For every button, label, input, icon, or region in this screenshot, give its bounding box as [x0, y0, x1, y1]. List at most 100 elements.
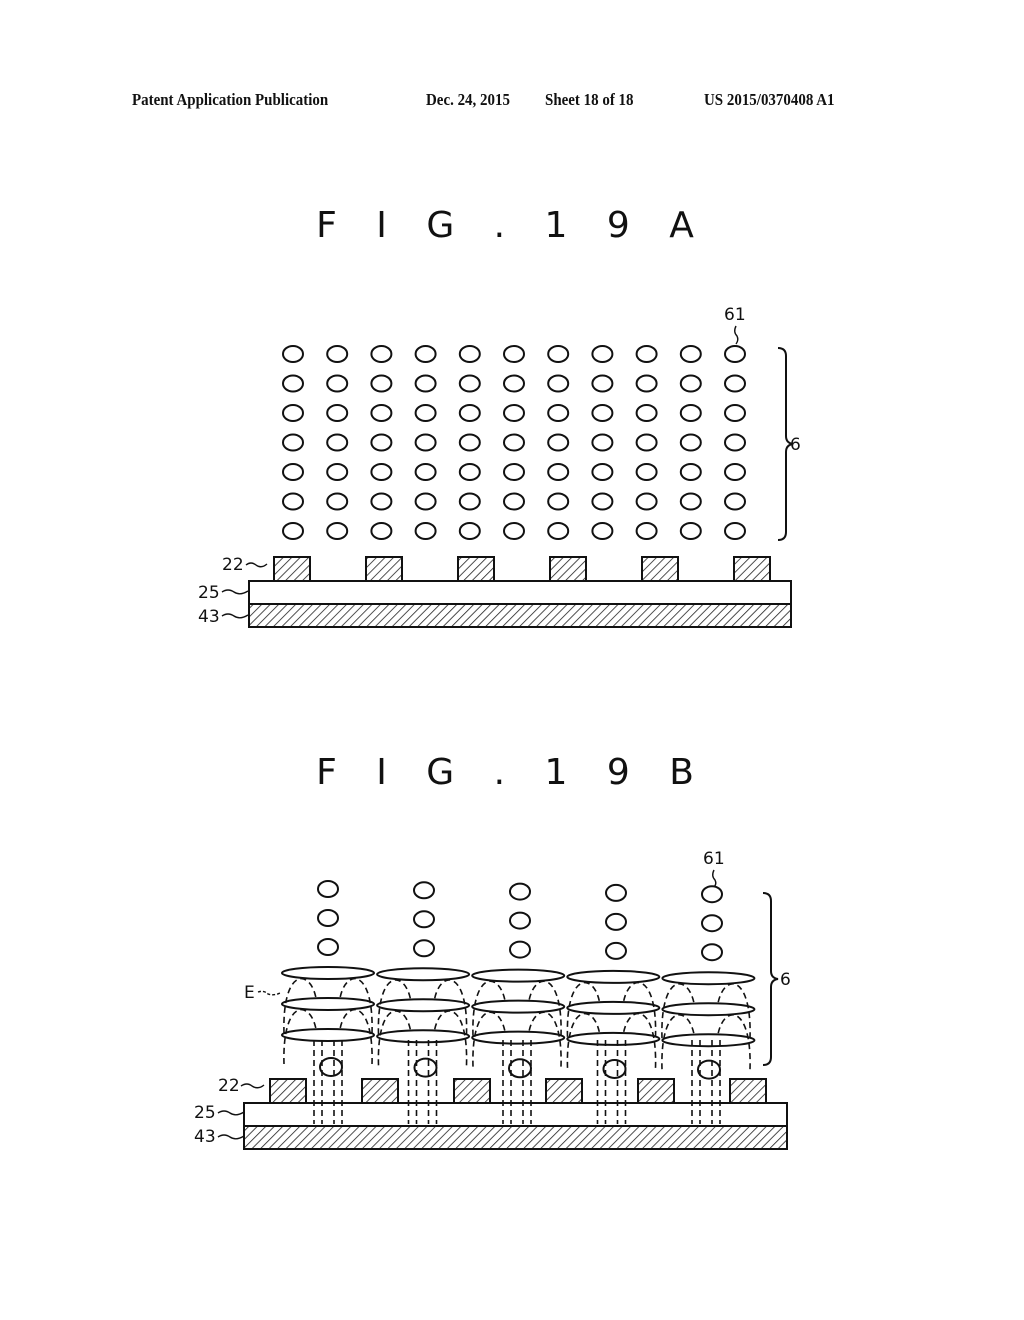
- particle: [591, 374, 614, 393]
- particle: [724, 463, 746, 481]
- particle: [458, 404, 481, 422]
- leader-61: [734, 325, 739, 345]
- particle: [282, 433, 304, 452]
- particle: [724, 374, 746, 393]
- particle: [370, 492, 393, 511]
- insulating-layer: [243, 1102, 788, 1127]
- field-lines: [281, 880, 756, 1080]
- label-25: 25: [198, 583, 220, 603]
- label-6: 6: [780, 970, 791, 990]
- particle: [591, 492, 614, 511]
- electrode: [365, 556, 403, 582]
- particle: [282, 374, 304, 393]
- particle: [370, 345, 393, 363]
- particle: [547, 522, 570, 540]
- particle: [458, 345, 481, 363]
- label-6: 6: [790, 435, 801, 455]
- label-43: 43: [198, 607, 220, 627]
- particle: [679, 463, 702, 481]
- particle: [605, 883, 627, 902]
- electrode: [733, 556, 771, 582]
- particle: [370, 522, 393, 540]
- particle: [326, 433, 349, 452]
- particle: [635, 492, 658, 511]
- particle: [458, 492, 481, 511]
- particle-ring: [376, 1029, 471, 1044]
- electrode: [549, 556, 587, 582]
- field-line: [528, 980, 562, 1036]
- particle-ring: [471, 968, 566, 983]
- particle: [414, 492, 437, 511]
- particle: [503, 433, 525, 452]
- particle: [724, 492, 746, 511]
- particle: [414, 374, 437, 393]
- field-line: [283, 977, 317, 1034]
- particle: [547, 345, 570, 363]
- particle: [414, 522, 437, 540]
- particle: [605, 912, 627, 931]
- particle: [679, 522, 702, 540]
- leader-E: [257, 990, 281, 996]
- electrode: [453, 1078, 491, 1104]
- field-line: [717, 1014, 751, 1070]
- leader-22: [245, 562, 268, 568]
- label-61: 61: [703, 849, 725, 869]
- particle: [679, 404, 702, 422]
- particle: [635, 522, 658, 540]
- particle: [697, 1059, 721, 1080]
- particle: [414, 345, 437, 363]
- particle: [503, 374, 525, 393]
- particle-ring: [566, 1000, 661, 1015]
- particle-ring: [566, 1031, 661, 1046]
- substrate-layer: [248, 603, 792, 628]
- particle: [508, 1058, 532, 1079]
- electrode: [273, 556, 311, 582]
- substrate-layer: [243, 1125, 788, 1150]
- particle: [602, 1058, 627, 1079]
- electrode: [545, 1078, 583, 1104]
- electrode: [729, 1078, 767, 1104]
- particle: [317, 880, 339, 898]
- particle: [282, 492, 304, 511]
- particle: [591, 522, 614, 540]
- particle: [458, 463, 481, 481]
- particle: [724, 433, 746, 452]
- electrode: [269, 1078, 307, 1104]
- patent-drawing: 6 61 22 25 43 6 61 E 22 25 43: [194, 305, 801, 1150]
- electrode: [457, 556, 495, 582]
- particle: [326, 404, 349, 422]
- particle: [635, 404, 658, 422]
- particle: [591, 404, 614, 422]
- particle-ring: [281, 1028, 375, 1042]
- particle: [414, 404, 437, 422]
- particle: [282, 522, 304, 540]
- particle: [319, 1057, 343, 1077]
- particle: [605, 941, 627, 960]
- particle: [679, 374, 702, 393]
- particle: [503, 492, 525, 511]
- particle: [413, 1057, 438, 1078]
- particle: [503, 522, 525, 540]
- particle-ring: [281, 997, 375, 1011]
- particle: [701, 885, 723, 904]
- particle-ring: [661, 1033, 756, 1048]
- particle: [370, 433, 393, 452]
- particle: [370, 463, 393, 481]
- field-line: [339, 1008, 373, 1065]
- particle-ring: [471, 999, 566, 1014]
- particle-ring: [661, 1002, 756, 1017]
- field-line: [622, 1012, 657, 1068]
- particle: [326, 463, 349, 481]
- particle: [414, 433, 437, 452]
- particle: [458, 522, 481, 540]
- particle: [635, 374, 658, 393]
- particle: [326, 345, 349, 363]
- figure-19b: 6 61 E 22 25 43: [194, 849, 791, 1150]
- field-line: [433, 1010, 468, 1066]
- layer-brace: [762, 892, 779, 1066]
- electrode: [637, 1078, 675, 1104]
- leader-43: [217, 1134, 245, 1140]
- particle: [509, 911, 531, 930]
- particle-ring: [566, 969, 661, 984]
- particle: [282, 404, 304, 422]
